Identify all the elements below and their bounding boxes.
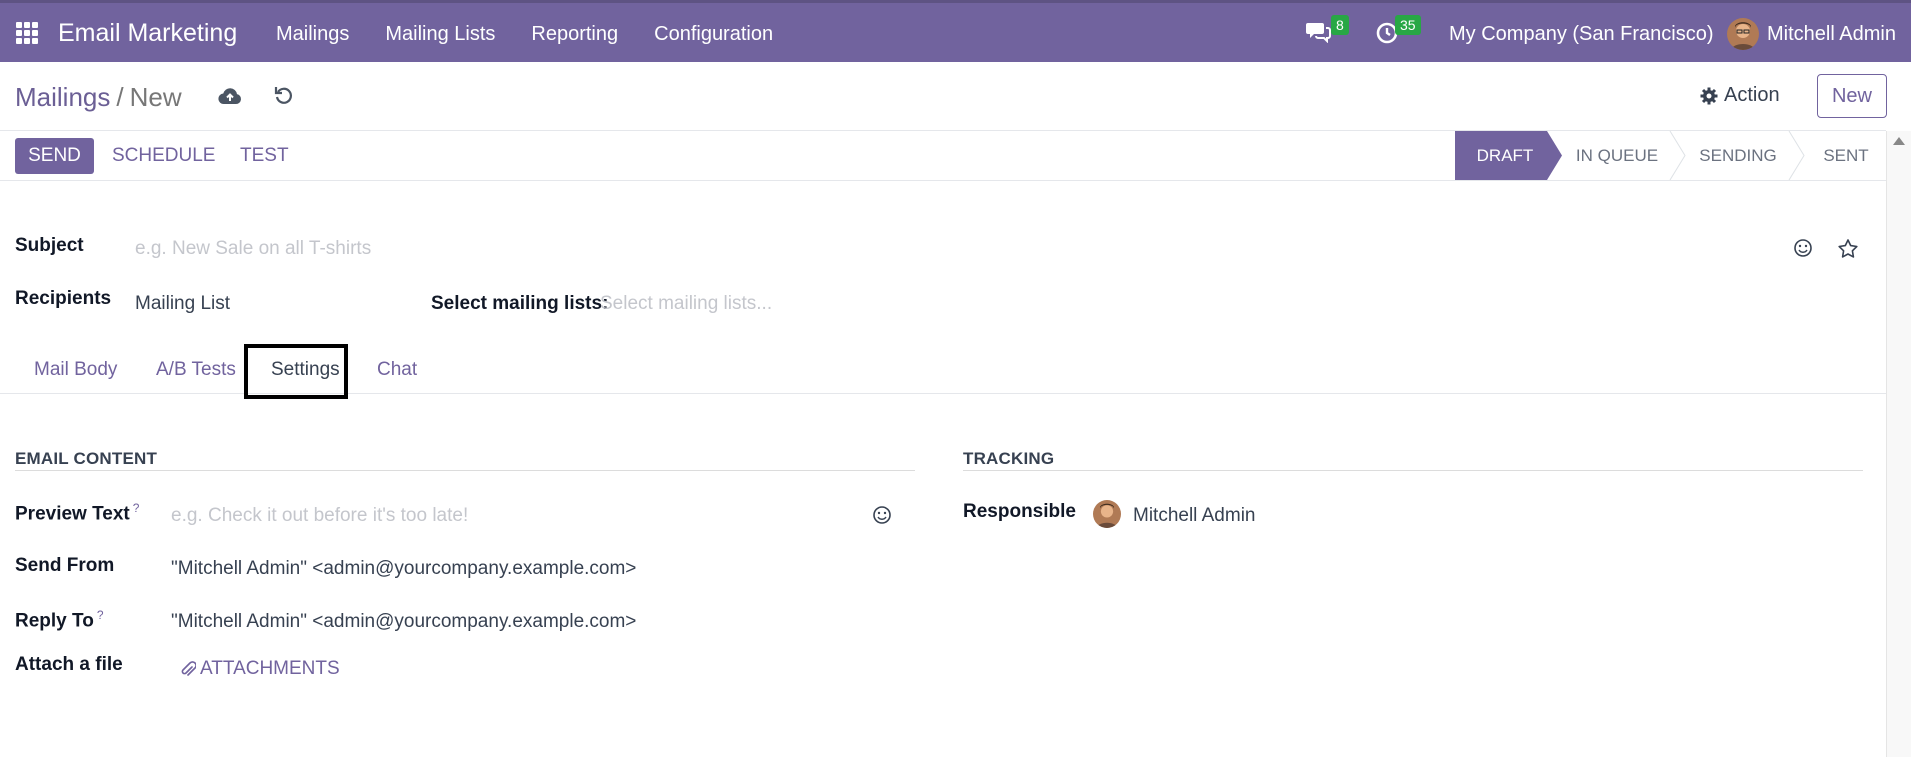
- menu-item-reporting[interactable]: Reporting: [531, 23, 618, 46]
- attachments-label: ATTACHMENTS: [200, 658, 340, 679]
- stage-in-queue[interactable]: IN QUEUE: [1562, 131, 1672, 180]
- main-menu: Mailings Mailing Lists Reporting Configu…: [276, 23, 809, 46]
- recipients-select[interactable]: Mailing List: [135, 293, 230, 315]
- user-menu[interactable]: Mitchell Admin: [1767, 23, 1896, 46]
- preview-text-label: Preview Text?: [15, 501, 139, 525]
- tab-chat[interactable]: Chat: [377, 359, 417, 381]
- preview-text-label-text: Preview Text: [15, 503, 130, 525]
- menu-item-configuration[interactable]: Configuration: [654, 23, 773, 46]
- recipients-label: Recipients: [15, 288, 112, 309]
- section-divider: [963, 470, 1863, 471]
- email-content-section-title: EMAIL CONTENT: [15, 449, 158, 468]
- company-switcher[interactable]: My Company (San Francisco): [1449, 23, 1714, 46]
- schedule-button[interactable]: SCHEDULE: [112, 145, 215, 167]
- subject-input[interactable]: e.g. New Sale on all T-shirts: [135, 238, 371, 260]
- send-button[interactable]: SEND: [15, 138, 94, 174]
- user-avatar[interactable]: [1727, 18, 1759, 50]
- messages-icon[interactable]: [1305, 21, 1331, 43]
- preview-help-tooltip[interactable]: ?: [133, 501, 140, 515]
- preview-text-input[interactable]: e.g. Check it out before it's too late!: [171, 505, 468, 527]
- mailing-lists-label: Select mailing lists:: [431, 293, 609, 314]
- discard-undo-icon[interactable]: [273, 84, 295, 106]
- tracking-section-title: TRACKING: [963, 449, 1055, 468]
- action-label: Action: [1724, 84, 1780, 106]
- responsible-avatar: [1093, 500, 1121, 528]
- reply-to-help-tooltip[interactable]: ?: [97, 608, 104, 622]
- attach-file-label: Attach a file: [15, 654, 123, 675]
- gear-icon: [1700, 87, 1718, 104]
- app-brand[interactable]: Email Marketing: [58, 19, 237, 48]
- menu-item-mailings[interactable]: Mailings: [276, 23, 349, 46]
- section-divider: [15, 470, 915, 471]
- stage-sent[interactable]: SENT: [1805, 131, 1887, 180]
- messages-count-badge: 8: [1331, 15, 1349, 35]
- top-navbar: Email Marketing Mailings Mailing Lists R…: [0, 0, 1911, 62]
- emoji-picker-icon[interactable]: [1793, 238, 1813, 258]
- favorite-star-icon[interactable]: [1837, 238, 1859, 260]
- menu-item-mailing-lists[interactable]: Mailing Lists: [385, 23, 495, 46]
- breadcrumb: Mailings / New: [15, 82, 182, 113]
- send-from-label: Send From: [15, 555, 115, 576]
- reply-to-label-text: Reply To: [15, 610, 94, 632]
- responsible-select[interactable]: Mitchell Admin: [1133, 505, 1256, 527]
- reply-to-label: Reply To?: [15, 608, 104, 632]
- send-from-input[interactable]: "Mitchell Admin" <admin@yourcompany.exam…: [171, 558, 636, 580]
- emoji-picker-icon[interactable]: [872, 505, 892, 525]
- paperclip-icon: [181, 661, 196, 676]
- save-cloud-icon[interactable]: [218, 86, 242, 106]
- activities-count-badge: 35: [1395, 15, 1421, 35]
- apps-menu-icon[interactable]: [16, 22, 38, 44]
- breadcrumb-separator: /: [116, 82, 124, 112]
- mailing-lists-input[interactable]: Select mailing lists...: [600, 293, 772, 315]
- breadcrumb-parent[interactable]: Mailings: [15, 82, 110, 112]
- divider: [0, 180, 1886, 181]
- tab-settings-highlight: [244, 344, 348, 399]
- tab-ab-tests[interactable]: A/B Tests: [156, 359, 236, 381]
- attachments-button[interactable]: ATTACHMENTS: [180, 658, 340, 680]
- new-button[interactable]: New: [1817, 74, 1887, 118]
- action-menu-button[interactable]: Action: [1700, 84, 1780, 107]
- responsible-label: Responsible: [963, 501, 1076, 522]
- test-button[interactable]: TEST: [240, 145, 289, 167]
- breadcrumb-current: New: [129, 82, 182, 112]
- stage-sending[interactable]: SENDING: [1683, 131, 1793, 180]
- reply-to-input[interactable]: "Mitchell Admin" <admin@yourcompany.exam…: [171, 611, 636, 633]
- stage-draft[interactable]: DRAFT: [1455, 131, 1555, 180]
- vertical-scrollbar[interactable]: [1886, 131, 1911, 757]
- scroll-up-arrow-icon[interactable]: [1893, 137, 1905, 145]
- tab-mail-body[interactable]: Mail Body: [34, 359, 117, 381]
- subject-label: Subject: [15, 235, 84, 256]
- status-pipeline: DRAFT IN QUEUE SENDING SENT: [1455, 131, 1887, 180]
